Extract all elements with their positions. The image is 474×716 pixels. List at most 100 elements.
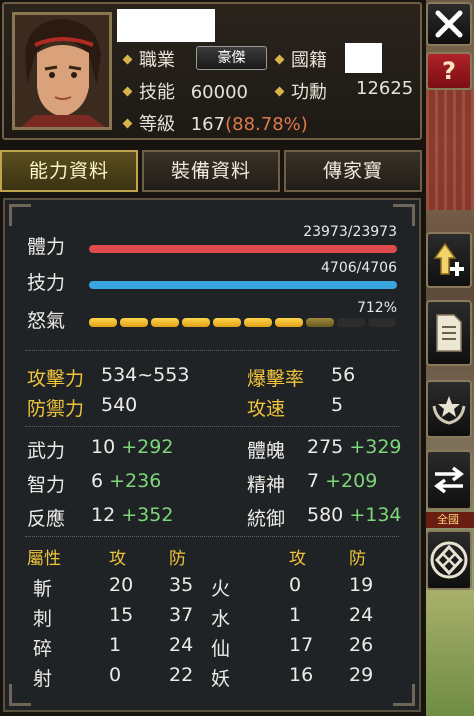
emblem-icon xyxy=(430,541,468,579)
rank-button[interactable] xyxy=(426,380,472,438)
swap-button[interactable] xyxy=(426,450,472,510)
element-def: 19 xyxy=(349,574,374,596)
element-atk: 1 xyxy=(289,604,302,626)
rage-segment xyxy=(244,318,272,327)
document-button[interactable] xyxy=(426,300,472,366)
element-def: 22 xyxy=(169,664,194,686)
job-row: 職業 xyxy=(122,46,175,72)
divider xyxy=(25,350,399,351)
diamond-bullet-icon xyxy=(122,54,133,64)
attr-base: 12 +352 xyxy=(91,504,174,526)
frame-corner xyxy=(9,204,31,226)
character-name-field xyxy=(117,9,215,42)
level-percent: (88.78%) xyxy=(225,114,308,135)
attr-label: 統御 xyxy=(247,508,286,530)
attr-label: 精神 xyxy=(247,474,286,496)
merit-row: 功勳 xyxy=(274,78,327,104)
diamond-bullet-icon xyxy=(122,118,133,128)
divider xyxy=(25,536,399,537)
attr-base: 10 +292 xyxy=(91,436,174,458)
attack-label: 攻擊力 xyxy=(27,368,85,390)
element-header-def: 防 xyxy=(169,549,186,569)
rage-segment xyxy=(89,318,117,327)
element-name: 碎 xyxy=(33,638,53,660)
hp-label: 體力 xyxy=(27,236,66,258)
tab-heirloom[interactable]: 傳家寶 xyxy=(284,150,422,192)
element-name: 火 xyxy=(211,578,231,600)
merit-label: 功勳 xyxy=(291,82,327,103)
element-def: 29 xyxy=(349,664,374,686)
merit-value: 12625 xyxy=(356,78,414,99)
document-icon xyxy=(436,314,462,352)
hp-bar xyxy=(89,245,397,253)
sidebar: ? xyxy=(426,0,474,716)
attr-base: 6 +236 xyxy=(91,470,162,492)
frame-corner xyxy=(9,684,31,706)
attr-base: 580 +134 xyxy=(307,504,402,526)
tab-equipment[interactable]: 裝備資料 xyxy=(142,150,280,192)
rage-segment xyxy=(368,318,396,327)
diamond-bullet-icon xyxy=(274,54,285,64)
diamond-bullet-icon xyxy=(122,86,133,96)
element-atk: 15 xyxy=(109,604,134,626)
skill-row: 技能 60000 xyxy=(122,78,248,104)
crit-value: 56 xyxy=(331,364,356,386)
element-def: 24 xyxy=(169,634,194,656)
element-def: 26 xyxy=(349,634,374,656)
emblem-button[interactable] xyxy=(426,530,472,590)
close-icon xyxy=(435,10,463,38)
element-atk: 1 xyxy=(109,634,122,656)
attr-label: 武力 xyxy=(27,440,66,462)
ability-content: 體力 23973/23973 技力 4706/4706 怒氣 712% 攻擊力 … xyxy=(3,198,421,712)
element-atk: 0 xyxy=(109,664,122,686)
level-row: 等級 167(88.78%) xyxy=(122,110,308,136)
rage-segment xyxy=(213,318,241,327)
frame-corner xyxy=(393,684,415,706)
arrow-up-plus-icon xyxy=(433,242,464,276)
levelup-button[interactable] xyxy=(426,232,472,288)
element-atk: 16 xyxy=(289,664,314,686)
level-value: 167 xyxy=(190,114,226,135)
rage-label: 怒氣 xyxy=(27,310,66,332)
speed-label: 攻速 xyxy=(247,398,286,420)
question-icon: ? xyxy=(442,57,456,85)
mp-label: 技力 xyxy=(27,272,66,294)
element-header-atk: 攻 xyxy=(109,549,126,569)
help-button[interactable]: ? xyxy=(426,52,472,90)
close-button[interactable] xyxy=(426,2,472,46)
hp-value: 23973/23973 xyxy=(303,224,397,240)
attr-base: 275 +329 xyxy=(307,436,402,458)
element-header-atk: 攻 xyxy=(289,549,306,569)
skill-label: 技能 xyxy=(139,82,175,103)
element-name: 水 xyxy=(211,608,231,630)
rage-segment xyxy=(151,318,179,327)
crit-label: 爆擊率 xyxy=(247,368,305,390)
element-name: 斬 xyxy=(33,578,53,600)
level-label: 等級 xyxy=(139,114,175,135)
defense-value: 540 xyxy=(101,394,138,416)
rage-value: 712% xyxy=(356,300,397,316)
rage-segment xyxy=(306,318,334,327)
rage-segment xyxy=(182,318,210,327)
attack-value: 534~553 xyxy=(101,364,190,386)
mp-bar xyxy=(89,281,397,289)
element-def: 35 xyxy=(169,574,194,596)
element-def: 24 xyxy=(349,604,374,626)
star-laurel-icon xyxy=(432,396,466,425)
rage-bar xyxy=(89,318,399,328)
mp-value: 4706/4706 xyxy=(321,260,397,276)
rage-segment xyxy=(337,318,365,327)
element-header-attr: 屬性 xyxy=(27,549,61,569)
rage-segment xyxy=(120,318,148,327)
element-atk: 20 xyxy=(109,574,134,596)
character-panel: 職業 豪傑 國籍 技能 60000 功勳 12625 等級 167(88.78%… xyxy=(0,0,426,716)
element-atk: 0 xyxy=(289,574,302,596)
attr-base: 7 +209 xyxy=(307,470,378,492)
character-header: 職業 豪傑 國籍 技能 60000 功勳 12625 等級 167(88.78%… xyxy=(2,2,422,140)
attr-label: 智力 xyxy=(27,474,66,496)
tab-ability[interactable]: 能力資料 xyxy=(0,150,138,192)
element-header-def: 防 xyxy=(349,549,366,569)
speed-value: 5 xyxy=(331,394,344,416)
nationality-row: 國籍 xyxy=(274,46,327,72)
rage-segment xyxy=(275,318,303,327)
